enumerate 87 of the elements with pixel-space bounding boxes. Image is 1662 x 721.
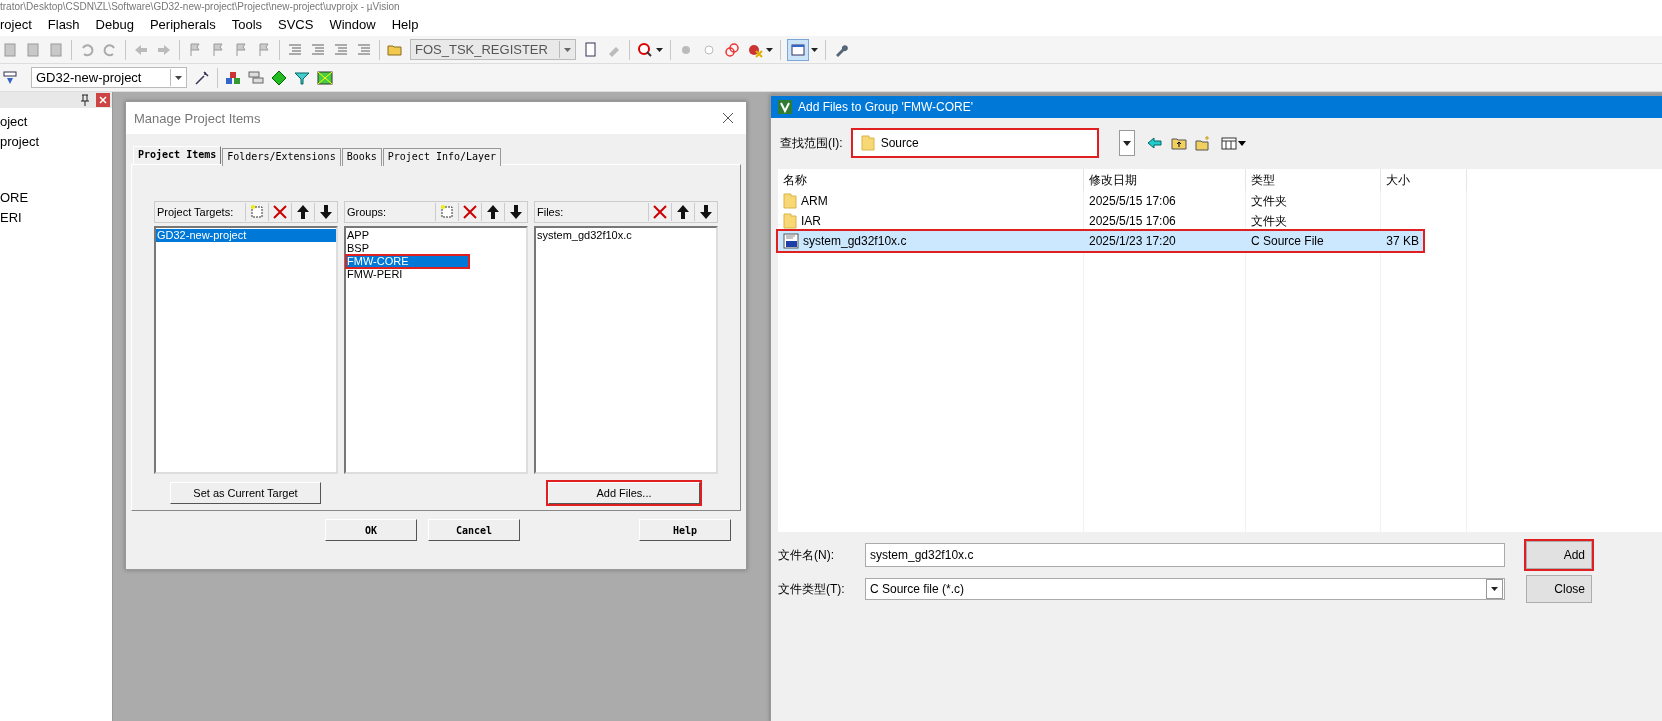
file-row[interactable]: ARM 2025/5/15 17:06 文件夹 bbox=[778, 191, 1467, 211]
menu-item[interactable]: Flash bbox=[39, 15, 88, 35]
list-item[interactable]: BSP bbox=[346, 242, 526, 255]
close-icon[interactable] bbox=[96, 93, 110, 107]
app-icon bbox=[778, 100, 792, 114]
list-item[interactable]: system_gd32f10x.c bbox=[536, 229, 716, 242]
menu-item[interactable]: Peripherals bbox=[141, 15, 224, 35]
column-header[interactable]: 大小 bbox=[1381, 169, 1467, 191]
file-size: 37 KB bbox=[1386, 234, 1419, 248]
pane-label: Files: bbox=[536, 206, 565, 218]
file-row[interactable]: IAR 2025/5/15 17:06 文件夹 bbox=[778, 211, 1467, 231]
tab[interactable]: Project Items bbox=[133, 146, 222, 164]
file-date: 2025/1/23 17:20 bbox=[1088, 234, 1177, 248]
add-button[interactable]: Add bbox=[1526, 541, 1592, 569]
file-date: 2025/5/15 17:06 bbox=[1088, 214, 1177, 228]
caret-icon[interactable] bbox=[766, 47, 773, 52]
pane-label: Groups: bbox=[346, 206, 388, 218]
folder-icon bbox=[860, 135, 875, 151]
column-header[interactable]: 类型 bbox=[1246, 169, 1381, 191]
load-icon[interactable] bbox=[2, 69, 18, 86]
list-box[interactable]: APP BSP FMW-CORE FMW-PERI bbox=[344, 226, 528, 474]
dialog-button[interactable]: Cancel bbox=[428, 519, 520, 541]
back-arrow-icon[interactable] bbox=[1146, 135, 1163, 151]
wand-icon[interactable] bbox=[194, 69, 210, 86]
caret-icon[interactable] bbox=[656, 47, 663, 52]
file-row[interactable]: system_gd32f10x.c 2025/1/23 17:20 C Source File 37 KB bbox=[778, 231, 1423, 251]
file-type-dropdown[interactable]: C Source file (*.c) bbox=[865, 578, 1505, 600]
new-folder-icon[interactable] bbox=[1194, 135, 1211, 151]
tab[interactable]: Project Info/Layer bbox=[382, 148, 502, 166]
dialog-title: Add Files to Group 'FMW-CORE' bbox=[798, 100, 974, 114]
dialog-title: Manage Project Items bbox=[134, 110, 262, 126]
set-current-target-button[interactable]: Set as Current Target bbox=[170, 482, 321, 504]
close-icon[interactable] bbox=[722, 112, 734, 124]
tree-item[interactable]: project bbox=[0, 132, 112, 152]
caret-icon[interactable] bbox=[811, 47, 818, 52]
menu-item[interactable]: SVCS bbox=[270, 15, 322, 35]
column-header[interactable]: 名称 bbox=[778, 169, 1084, 191]
file-name-input[interactable]: system_gd32f10x.c bbox=[865, 543, 1505, 567]
field-label: 文件类型(T): bbox=[778, 580, 846, 598]
list-item[interactable]: APP bbox=[346, 229, 526, 242]
grid-icon[interactable] bbox=[317, 69, 333, 86]
tree-item[interactable]: oject bbox=[0, 112, 112, 132]
list-item[interactable]: GD32-new-project bbox=[156, 229, 336, 242]
menu-item[interactable]: Help bbox=[383, 15, 427, 35]
tab[interactable]: Folders/Extensions bbox=[222, 148, 341, 166]
file-type: C Source File bbox=[1250, 234, 1325, 248]
look-in-dropdown[interactable]: Source bbox=[850, 128, 1099, 158]
layers-icon[interactable] bbox=[248, 69, 264, 86]
list-box[interactable]: GD32-new-project bbox=[154, 226, 338, 474]
list-box[interactable]: system_gd32f10x.c bbox=[534, 226, 718, 474]
circles-icon[interactable] bbox=[724, 41, 740, 58]
dialog-button[interactable]: OK bbox=[325, 519, 417, 541]
filter-icon[interactable] bbox=[294, 69, 310, 86]
tree-item[interactable]: ERI bbox=[0, 208, 112, 228]
pane-label: Project Targets: bbox=[156, 206, 235, 218]
window-icon[interactable] bbox=[788, 39, 808, 60]
diamond-icon[interactable] bbox=[271, 69, 287, 86]
file-name: ARM bbox=[801, 194, 828, 208]
file-name: IAR bbox=[801, 214, 821, 228]
pin-icon[interactable] bbox=[80, 94, 90, 106]
menu-item[interactable]: Tools bbox=[223, 15, 271, 35]
target-combo[interactable]: GD32-new-project bbox=[31, 67, 187, 88]
add-files-button[interactable]: Add Files... bbox=[548, 482, 700, 504]
close-button[interactable]: Close bbox=[1526, 575, 1592, 603]
list-item[interactable]: FMW-PERI bbox=[346, 268, 526, 281]
folder-icon bbox=[783, 213, 797, 229]
tree-item[interactable]: ORE bbox=[0, 188, 112, 208]
file-date: 2025/5/15 17:06 bbox=[1088, 194, 1177, 208]
c-file-icon bbox=[783, 233, 799, 249]
search-icon[interactable] bbox=[637, 41, 653, 58]
menu-item[interactable]: Window bbox=[321, 15, 384, 35]
look-in-value: Source bbox=[880, 136, 919, 150]
file-type: 文件夹 bbox=[1250, 212, 1288, 230]
window-title: trator\Desktop\CSDN\ZL\Software\GD32-new-project\Project\new-project\uvprojx - µVision bbox=[0, 1, 400, 13]
field-label: 文件名(N): bbox=[778, 546, 835, 564]
column-header[interactable]: 修改日期 bbox=[1084, 169, 1246, 191]
tab[interactable]: Books bbox=[341, 148, 382, 166]
dialog-button[interactable]: Help bbox=[639, 519, 731, 541]
list-item[interactable]: FMW-CORE bbox=[346, 255, 469, 268]
folder-icon bbox=[783, 193, 797, 209]
menu-item[interactable]: Debug bbox=[87, 15, 142, 35]
file-type: 文件夹 bbox=[1250, 192, 1288, 210]
field-label: 查找范围(I): bbox=[780, 134, 843, 152]
view-menu-icon[interactable] bbox=[1220, 135, 1247, 151]
menu-item[interactable]: roject bbox=[0, 15, 40, 35]
up-folder-icon[interactable] bbox=[1170, 135, 1187, 151]
file-name: system_gd32f10x.c bbox=[803, 234, 907, 248]
